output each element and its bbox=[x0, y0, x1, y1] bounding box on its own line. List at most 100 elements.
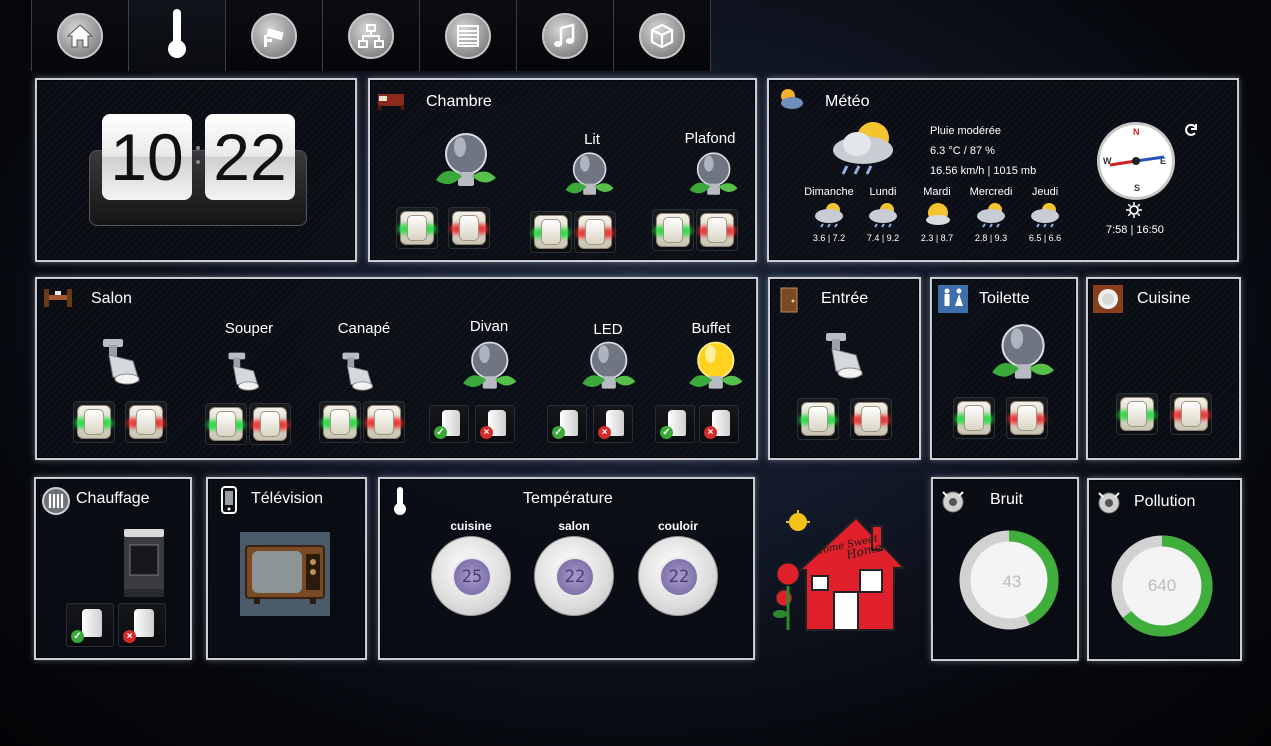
nav-camera-button[interactable] bbox=[225, 0, 323, 71]
forecast-temps: 2.8 | 9.3 bbox=[974, 233, 1008, 243]
top-navigation bbox=[31, 0, 711, 71]
temperature-title: Température bbox=[523, 490, 613, 507]
forecast-temps: 6.5 | 6.6 bbox=[1028, 233, 1062, 243]
chauffage-panel: Chauffage ✓ × bbox=[34, 477, 192, 660]
cloud-rain-icon bbox=[813, 200, 847, 233]
bulb-icon bbox=[562, 150, 614, 211]
toilette-panel: Toilette bbox=[930, 277, 1078, 460]
forecast-temps: 7.4 | 9.2 bbox=[866, 233, 900, 243]
cloud-rain-icon bbox=[867, 200, 901, 233]
chambre-main-on-button[interactable] bbox=[396, 207, 438, 249]
salon-divan-off-button[interactable]: × bbox=[475, 405, 515, 443]
thermostat-value: 22 bbox=[555, 557, 595, 597]
cloud-rain-icon bbox=[1029, 200, 1063, 233]
lamp-label-buffet: Buffet bbox=[691, 320, 731, 337]
temperature-panel: Température cuisine salon couloir 25 22 … bbox=[378, 477, 755, 660]
salon-canape-on-button[interactable] bbox=[319, 401, 361, 443]
blinds-icon bbox=[445, 12, 491, 59]
salon-divan-on-button[interactable]: ✓ bbox=[429, 405, 469, 443]
thermostat-dial[interactable]: 22 bbox=[534, 536, 614, 616]
cuisine-on-button[interactable] bbox=[1116, 393, 1158, 435]
toilette-on-button[interactable] bbox=[953, 397, 995, 439]
flip-clock: 10 22 bbox=[89, 114, 307, 226]
weather-wind-pressure: 16.56 km/h | 1015 mb bbox=[930, 165, 1037, 177]
chambre-plafond-on-button[interactable] bbox=[652, 209, 694, 251]
rain-cloud-icon bbox=[827, 116, 907, 185]
network-icon bbox=[348, 12, 394, 59]
salon-souper-off-button[interactable] bbox=[249, 403, 291, 445]
forecast-temps: 2.3 | 8.7 bbox=[920, 233, 954, 243]
bruit-panel: Bruit 43 bbox=[931, 477, 1079, 661]
salon-main-on-button[interactable] bbox=[73, 401, 115, 443]
thermostat-dial[interactable]: 25 bbox=[431, 536, 511, 616]
zone-label: cuisine bbox=[450, 519, 492, 533]
chambre-lit-on-button[interactable] bbox=[530, 211, 572, 253]
weather-condition: Pluie modérée bbox=[930, 125, 1001, 137]
chambre-lit-off-button[interactable] bbox=[574, 211, 616, 253]
salon-souper-on-button[interactable] bbox=[205, 403, 247, 445]
bulb-icon bbox=[988, 321, 1054, 398]
thermostat-dial[interactable]: 22 bbox=[638, 536, 718, 616]
wind-compass: N S E W bbox=[1097, 122, 1175, 200]
door-icon bbox=[778, 286, 808, 316]
lamp-label-plafond: Plafond bbox=[684, 130, 736, 147]
nav-cube-button[interactable] bbox=[613, 0, 711, 71]
zone-label: salon bbox=[558, 519, 590, 533]
television-panel: Télévision bbox=[206, 477, 367, 660]
nav-network-button[interactable] bbox=[322, 0, 420, 71]
nav-music-button[interactable] bbox=[516, 0, 614, 71]
meteo-title: Météo bbox=[825, 93, 870, 110]
forecast-temps: 3.6 | 7.2 bbox=[812, 233, 846, 243]
bulb-icon bbox=[578, 339, 636, 406]
bulb-lit-icon bbox=[685, 339, 743, 406]
toilette-title: Toilette bbox=[979, 290, 1030, 307]
nav-blinds-button[interactable] bbox=[419, 0, 517, 71]
cuisine-panel: Cuisine bbox=[1086, 277, 1241, 460]
forecast-day: Jeudi bbox=[1031, 186, 1059, 198]
pollution-value: 640 bbox=[1147, 576, 1177, 595]
weather-icon bbox=[775, 86, 805, 116]
cuisine-off-button[interactable] bbox=[1170, 393, 1212, 435]
bruit-title: Bruit bbox=[990, 491, 1023, 508]
television-title: Télévision bbox=[251, 490, 324, 507]
lamp-label-led: LED bbox=[593, 321, 623, 338]
chambre-main-off-button[interactable] bbox=[448, 207, 490, 249]
salon-canape-off-button[interactable] bbox=[363, 401, 405, 443]
refresh-icon[interactable] bbox=[1183, 122, 1199, 143]
lamp-label-canape: Canapé bbox=[337, 320, 391, 337]
toilette-off-button[interactable] bbox=[1006, 397, 1048, 439]
radiator-icon bbox=[41, 486, 71, 516]
stove-icon bbox=[120, 527, 168, 606]
home-sweet-home-logo: Home Sweet Home bbox=[770, 510, 910, 634]
spotlight-icon bbox=[225, 351, 267, 396]
pollution-panel: Pollution 640 bbox=[1087, 478, 1242, 661]
chauffage-off-button[interactable]: × bbox=[118, 603, 166, 647]
nav-temperature-button[interactable] bbox=[128, 0, 226, 71]
bulb-icon bbox=[459, 339, 517, 406]
cloud-rain-icon bbox=[975, 200, 1009, 233]
sensor-icon bbox=[940, 489, 970, 519]
salon-led-on-button[interactable]: ✓ bbox=[547, 405, 587, 443]
entree-off-button[interactable] bbox=[850, 398, 892, 440]
tv-icon[interactable] bbox=[240, 532, 330, 616]
lamp-label-souper: Souper bbox=[224, 320, 274, 337]
salon-panel: Salon Souper Canapé Divan LED Buffet ✓ ×… bbox=[35, 277, 758, 460]
phone-icon bbox=[220, 486, 250, 516]
cuisine-title: Cuisine bbox=[1137, 290, 1191, 307]
salon-led-off-button[interactable]: × bbox=[593, 405, 633, 443]
bulb-icon bbox=[686, 150, 738, 211]
forecast-day: Mercredi bbox=[969, 186, 1013, 198]
salon-main-off-button[interactable] bbox=[125, 401, 167, 443]
nav-home-button[interactable] bbox=[31, 0, 129, 71]
chauffage-on-button[interactable]: ✓ bbox=[66, 603, 114, 647]
thermometer-icon bbox=[392, 486, 422, 516]
entree-on-button[interactable] bbox=[797, 398, 839, 440]
forecast-day: Dimanche bbox=[804, 186, 854, 198]
chambre-panel: Chambre Lit Plafond bbox=[368, 78, 757, 262]
chambre-plafond-off-button[interactable] bbox=[696, 209, 738, 251]
salon-buffet-off-button[interactable]: × bbox=[699, 405, 739, 443]
salon-buffet-on-button[interactable]: ✓ bbox=[655, 405, 695, 443]
entree-panel: Entrée bbox=[768, 277, 921, 460]
bed-icon bbox=[376, 88, 406, 118]
entree-title: Entrée bbox=[821, 290, 869, 307]
